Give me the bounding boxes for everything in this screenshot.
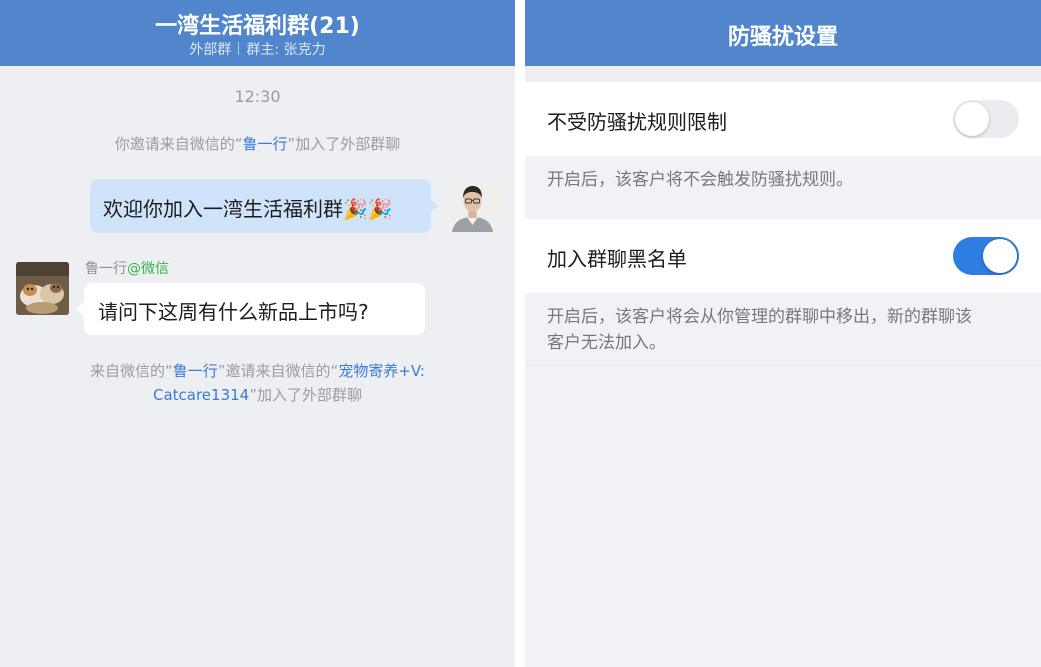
chat-subtitle: 外部群 群主: 张克力 xyxy=(0,39,515,59)
system-notice-invite: 你邀请来自微信的“鲁一行”加入了外部群聊 xyxy=(0,132,515,156)
notice-text: ”邀请来自微信的“ xyxy=(217,362,339,380)
group-blacklist-toggle[interactable] xyxy=(953,237,1019,275)
group-type-label: 外部群 xyxy=(189,42,232,58)
outgoing-message-bubble[interactable]: 欢迎你加入一湾生活福利群🎉🎉 xyxy=(90,179,431,233)
setting-label: 加入群聊黑名单 xyxy=(547,247,687,271)
sender-source-wechat: @微信 xyxy=(127,261,169,277)
notice-line-2: Catcare1314”加入了外部群聊 xyxy=(40,383,475,407)
setting-description: 开启后，该客户将会从你管理的群聊中移出，新的群聊该 客户无法加入。 xyxy=(547,304,1019,356)
notice-user-link[interactable]: Catcare1314 xyxy=(153,386,249,404)
incoming-message-bubble[interactable]: 请问下这周有什么新品上市吗? xyxy=(84,283,425,335)
setting-label: 不受防骚扰规则限制 xyxy=(547,110,727,134)
notice-text: ”加入了外部群聊 xyxy=(287,135,401,153)
notice-line-1: 来自微信的“鲁一行”邀请来自微信的“宠物寄养+V: xyxy=(40,359,475,383)
exempt-rules-toggle[interactable] xyxy=(953,100,1019,138)
anti-harassment-settings-panel: 防骚扰设置 不受防骚扰规则限制 开启后，该客户将不会触发防骚扰规则。 加入群聊黑… xyxy=(525,0,1041,667)
setting-desc-box: 开启后，该客户将不会触发防骚扰规则。 xyxy=(525,156,1041,219)
notice-user-link[interactable]: 鲁一行 xyxy=(242,135,287,153)
group-owner-label: 群主: 张克力 xyxy=(246,42,326,58)
chat-header: 一湾生活福利群(21) 外部群 群主: 张克力 xyxy=(0,0,515,66)
chat-title[interactable]: 一湾生活福利群(21) xyxy=(0,8,515,40)
setting-desc-box: 开启后，该客户将会从你管理的群聊中移出，新的群聊该 客户无法加入。 xyxy=(525,293,1041,365)
description-line: 开启后，该客户将会从你管理的群聊中移出，新的群聊该 xyxy=(547,307,972,327)
sender-avatar[interactable] xyxy=(16,262,69,315)
man-avatar-icon xyxy=(446,179,499,232)
cats-photo-icon xyxy=(16,262,69,315)
group-chat-panel: 一湾生活福利群(21) 外部群 群主: 张克力 12:30 你邀请来自微信的“鲁一… xyxy=(0,0,515,667)
notice-user-link[interactable]: 鲁一行 xyxy=(173,362,218,380)
empty-area xyxy=(525,367,1041,667)
notice-text: 来自微信的“ xyxy=(89,362,173,380)
toggle-knob xyxy=(983,239,1017,273)
sender-name[interactable]: 鲁一行 xyxy=(85,261,127,277)
settings-title: 防骚扰设置 xyxy=(727,25,838,50)
subtitle-divider xyxy=(238,42,240,55)
bubble-tail xyxy=(76,301,85,317)
settings-header: 防骚扰设置 xyxy=(525,0,1041,66)
description-line: 客户无法加入。 xyxy=(547,333,666,353)
system-notice-referral: 来自微信的“鲁一行”邀请来自微信的“宠物寄养+V: Catcare1314”加入… xyxy=(40,359,475,407)
notice-user-link[interactable]: 宠物寄养+V: xyxy=(338,362,425,380)
notice-text: 你邀请来自微信的“ xyxy=(114,135,243,153)
outgoing-message-text: 欢迎你加入一湾生活福利群🎉🎉 xyxy=(103,197,393,221)
setting-row-exempt-rules[interactable]: 不受防骚扰规则限制 xyxy=(525,82,1041,156)
incoming-message-text: 请问下这周有什么新品上市吗? xyxy=(98,300,369,324)
setting-row-group-blacklist[interactable]: 加入群聊黑名单 xyxy=(525,219,1041,293)
setting-description: 开启后，该客户将不会触发防骚扰规则。 xyxy=(547,170,853,190)
my-avatar[interactable] xyxy=(446,179,499,232)
bubble-tail xyxy=(429,198,438,214)
notice-text: ”加入了外部群聊 xyxy=(249,386,362,404)
sender-info: 鲁一行@微信 xyxy=(85,258,169,278)
message-timestamp: 12:30 xyxy=(234,87,281,106)
toggle-knob xyxy=(955,102,989,136)
